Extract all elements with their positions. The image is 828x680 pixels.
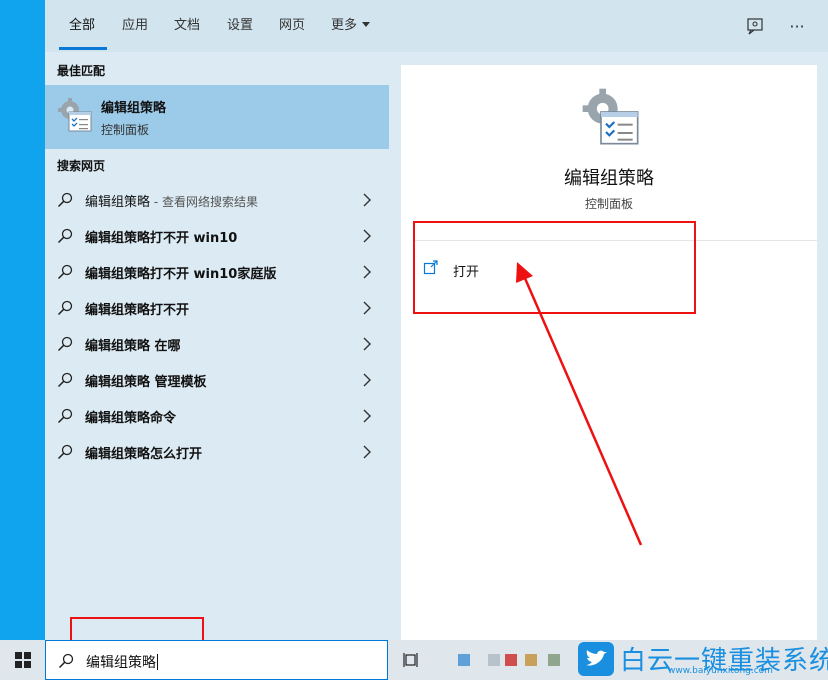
start-button[interactable] [0,640,45,680]
tab-settings[interactable]: 设置 [227,14,253,38]
search-icon [58,653,74,669]
bird-logo-icon [578,642,614,676]
windows-logo-icon [14,652,31,668]
list-item[interactable]: 编辑组策略打不开 win10家庭版 [45,254,389,290]
tab-apps[interactable]: 应用 [122,14,148,38]
active-tab-indicator [59,47,107,50]
list-item-label: 编辑组策略 - 查看网络搜索结果 [85,191,258,210]
chevron-down-icon [362,22,371,27]
search-icon [57,228,73,244]
suggestion-hint: - 查看网络搜索结果 [150,195,258,209]
taskbar-app-icon[interactable] [488,654,500,666]
list-item[interactable]: 编辑组策略打不开 [45,290,389,326]
list-item[interactable]: 编辑组策略 - 查看网络搜索结果 [45,182,389,218]
chevron-right-icon[interactable] [363,193,371,207]
list-item[interactable]: 编辑组策略命令 [45,398,389,434]
suggestion-text: 编辑组策略打不开 win10 [85,231,238,246]
results-list: 最佳匹配 编辑组策略 控制面板 搜索网页 编辑组策略 - 查看网络搜索结果 编辑… [45,52,389,640]
preview-subtitle: 控制面板 [584,197,633,211]
list-item[interactable]: 编辑组策略 管理模板 [45,362,389,398]
chevron-right-icon[interactable] [363,301,371,315]
chevron-right-icon[interactable] [363,265,371,279]
search-icon [57,264,73,280]
chevron-right-icon[interactable] [363,229,371,243]
preview-pane: 编辑组策略 控制面板 打开 [401,65,817,640]
tab-more[interactable]: 更多 [331,14,371,38]
taskbar-app-icon[interactable] [458,654,470,666]
suggestion-text: 编辑组策略 [85,195,151,210]
search-icon [57,192,73,208]
suggestion-text: 编辑组策略打不开 win10家庭版 [85,267,277,282]
group-policy-icon [58,98,92,132]
text-cursor [157,654,158,670]
search-icon [57,372,73,388]
list-item[interactable]: 编辑组策略怎么打开 [45,434,389,470]
chevron-right-icon[interactable] [363,409,371,423]
search-panel: 全部 应用 文档 设置 网页 更多 ··· 最佳匹配 编辑组策略 控制面板 搜索… [45,0,828,640]
feedback-icon[interactable] [743,14,767,38]
search-input-value: 编辑组策略 [86,655,156,671]
taskbar-search-field[interactable]: 编辑组策略 [45,640,388,680]
chevron-right-icon[interactable] [363,373,371,387]
suggestion-text: 编辑组策略 在哪 [85,339,181,354]
list-item[interactable]: 编辑组策略 在哪 [45,326,389,362]
web-search-heading: 搜索网页 [57,159,106,173]
best-match-item[interactable]: 编辑组策略 控制面板 [45,85,389,149]
list-item[interactable]: 编辑组策略打不开 win10 [45,218,389,254]
search-icon [57,444,73,460]
watermark-logo: 白云一键重装系统 www.baiyunxitong.com [578,640,828,680]
more-options-icon[interactable]: ··· [785,14,809,38]
task-view-icon[interactable] [402,650,422,670]
preview-title: 编辑组策略 [564,168,654,189]
watermark-url: www.baiyunxitong.com [668,666,773,676]
tab-web[interactable]: 网页 [279,14,305,38]
group-policy-icon [582,88,639,145]
best-match-subtitle: 控制面板 [101,123,150,137]
suggestion-text: 编辑组策略怎么打开 [85,447,203,462]
search-icon [57,408,73,424]
suggestion-text: 编辑组策略 管理模板 [85,375,207,390]
chevron-right-icon[interactable] [363,445,371,459]
taskbar: 编辑组策略 白云一键重装系统 www.baiyunxitong.com [0,640,828,680]
tab-more-label: 更多 [331,18,358,33]
tab-all[interactable]: 全部 [69,14,95,38]
search-icon [57,300,73,316]
best-match-title: 编辑组策略 [101,101,167,116]
search-input: 编辑组策略 [86,652,158,672]
taskbar-app-icon[interactable] [505,654,517,666]
taskbar-app-icon[interactable] [525,654,537,666]
search-tabs: 全部 应用 文档 设置 网页 更多 ··· [45,0,828,52]
search-icon [57,336,73,352]
taskbar-app-icon[interactable] [548,654,560,666]
tab-documents[interactable]: 文档 [174,14,200,38]
desktop-background [0,0,45,640]
suggestion-text: 编辑组策略打不开 [85,303,190,318]
highlight-box-open [413,221,696,314]
suggestion-text: 编辑组策略命令 [85,411,177,426]
chevron-right-icon[interactable] [363,337,371,351]
best-match-heading: 最佳匹配 [57,64,106,78]
